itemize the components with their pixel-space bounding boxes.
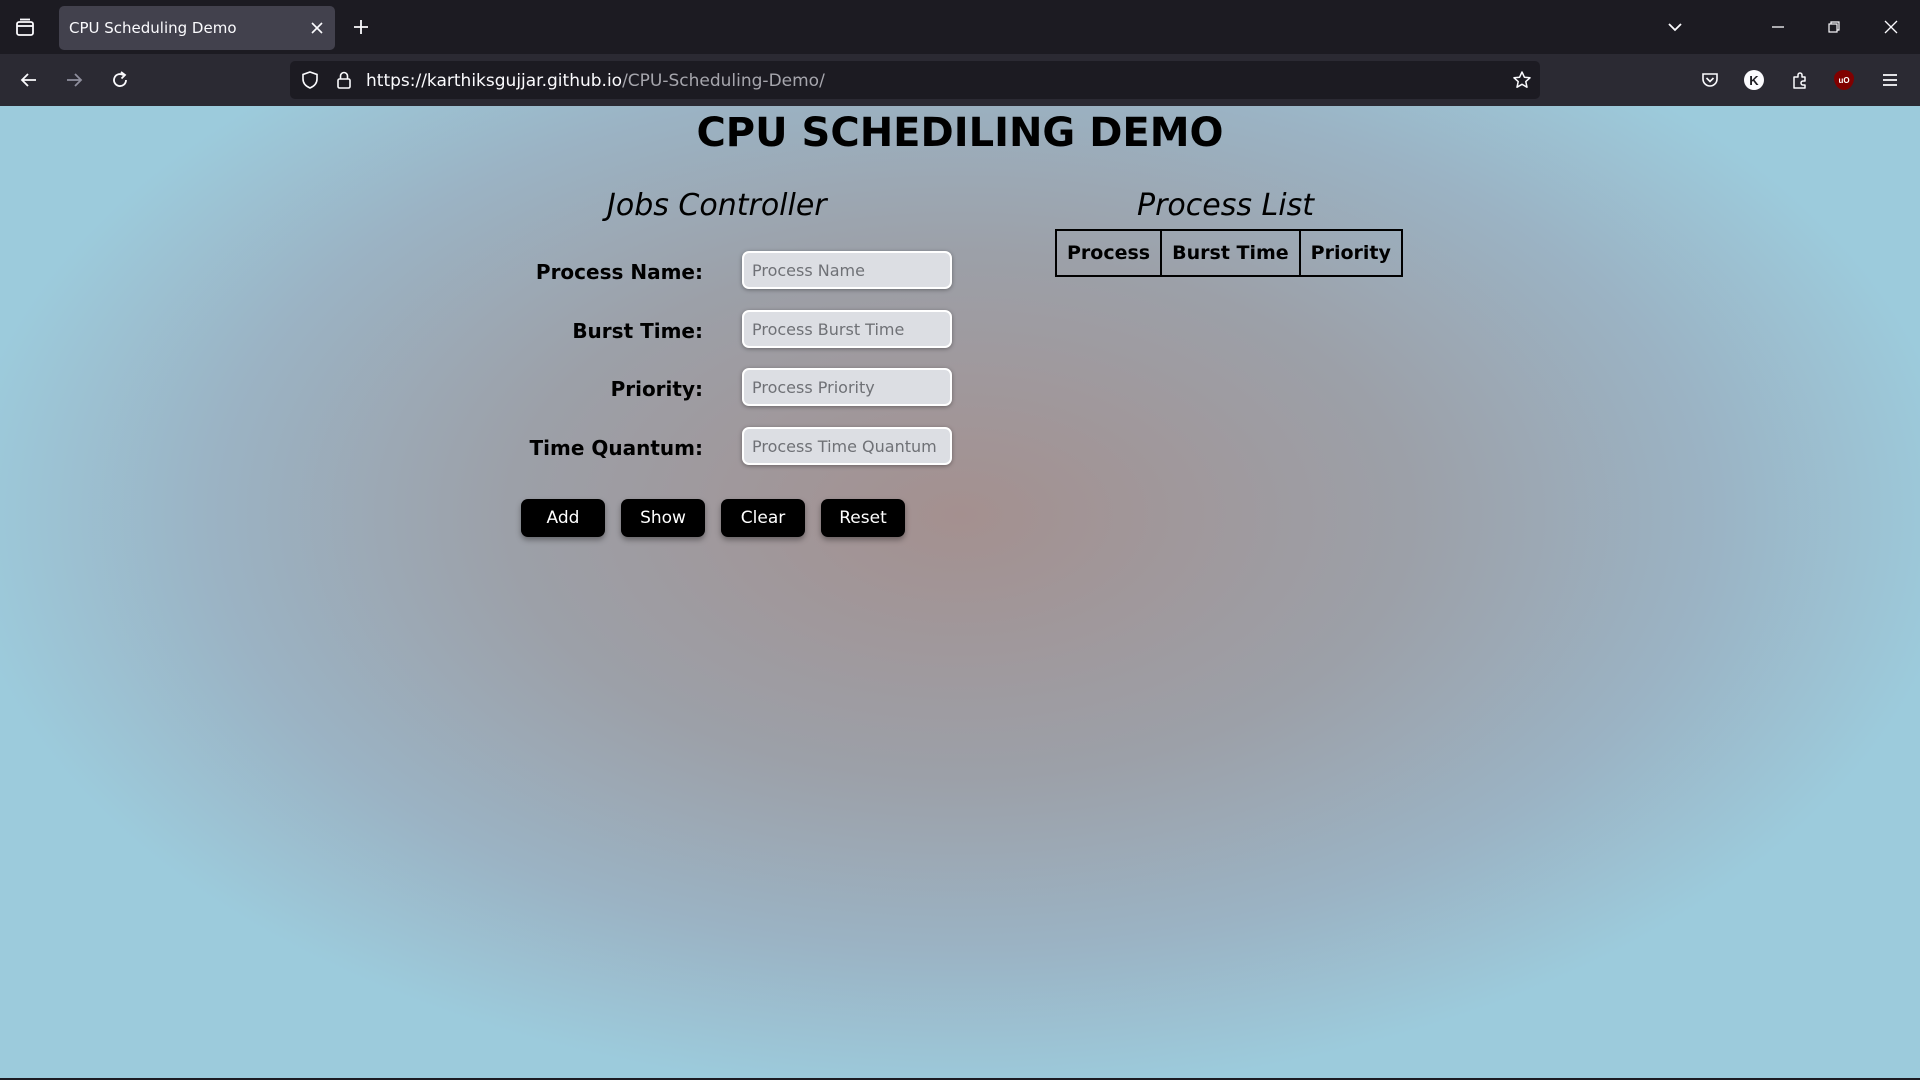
tab-list-icon[interactable] (12, 15, 38, 41)
reload-icon[interactable] (108, 68, 132, 92)
active-tab[interactable]: CPU Scheduling Demo (59, 6, 335, 50)
priority-input[interactable] (742, 368, 952, 406)
column-header-priority: Priority (1298, 229, 1403, 277)
priority-label: Priority: (610, 377, 703, 401)
process-list-table: Process Burst Time Priority (1054, 229, 1403, 277)
lock-icon[interactable] (332, 68, 356, 92)
page-title: CPU SCHEDILING DEMO (696, 110, 1224, 156)
burst-time-label: Burst Time: (572, 319, 703, 343)
forward-icon[interactable] (62, 68, 86, 92)
ublock-origin-icon[interactable]: uO (1834, 70, 1854, 90)
new-tab-icon[interactable] (349, 15, 373, 39)
show-button[interactable]: Show (621, 499, 705, 537)
url-text[interactable]: https://karthiksgujjar.github.io/CPU-Sch… (366, 71, 825, 91)
bookmark-star-icon[interactable] (1510, 68, 1534, 92)
clear-button[interactable]: Clear (721, 499, 805, 537)
list-all-tabs-icon[interactable] (1663, 15, 1687, 39)
process-name-label: Process Name: (535, 260, 703, 284)
process-list-heading: Process List (1137, 188, 1314, 223)
window-close-icon[interactable] (1879, 15, 1903, 39)
add-button[interactable]: Add (521, 499, 605, 537)
shield-icon[interactable] (298, 68, 322, 92)
url-bar[interactable]: https://karthiksgujjar.github.io/CPU-Sch… (290, 61, 1540, 99)
process-name-input[interactable] (742, 251, 952, 289)
time-quantum-input[interactable] (742, 427, 952, 465)
jobs-controller-heading: Jobs Controller (607, 188, 827, 223)
close-tab-icon[interactable] (307, 18, 327, 38)
url-host: https://karthiksgujjar.github.io (366, 71, 623, 91)
reset-button[interactable]: Reset (821, 499, 905, 537)
time-quantum-label: Time Quantum: (529, 436, 703, 460)
burst-time-input[interactable] (742, 310, 952, 348)
table-header-row: Process Burst Time Priority (1054, 229, 1403, 277)
column-header-burst-time: Burst Time (1160, 229, 1301, 277)
tab-title: CPU Scheduling Demo (69, 19, 237, 37)
navigation-toolbar: https://karthiksgujjar.github.io/CPU-Sch… (0, 54, 1920, 106)
profile-avatar[interactable]: K (1744, 70, 1764, 90)
url-path: /CPU-Scheduling-Demo/ (622, 71, 825, 91)
page-viewport: CPU SCHEDILING DEMO Jobs Controller Proc… (0, 106, 1920, 1080)
restore-icon[interactable] (1822, 15, 1846, 39)
column-header-process: Process (1054, 229, 1163, 277)
back-icon[interactable] (17, 68, 41, 92)
browser-tab-bar: CPU Scheduling Demo (0, 0, 1920, 54)
menu-icon[interactable] (1878, 68, 1902, 92)
pocket-icon[interactable] (1698, 68, 1722, 92)
extensions-icon[interactable] (1788, 68, 1812, 92)
minimize-icon[interactable] (1766, 15, 1790, 39)
